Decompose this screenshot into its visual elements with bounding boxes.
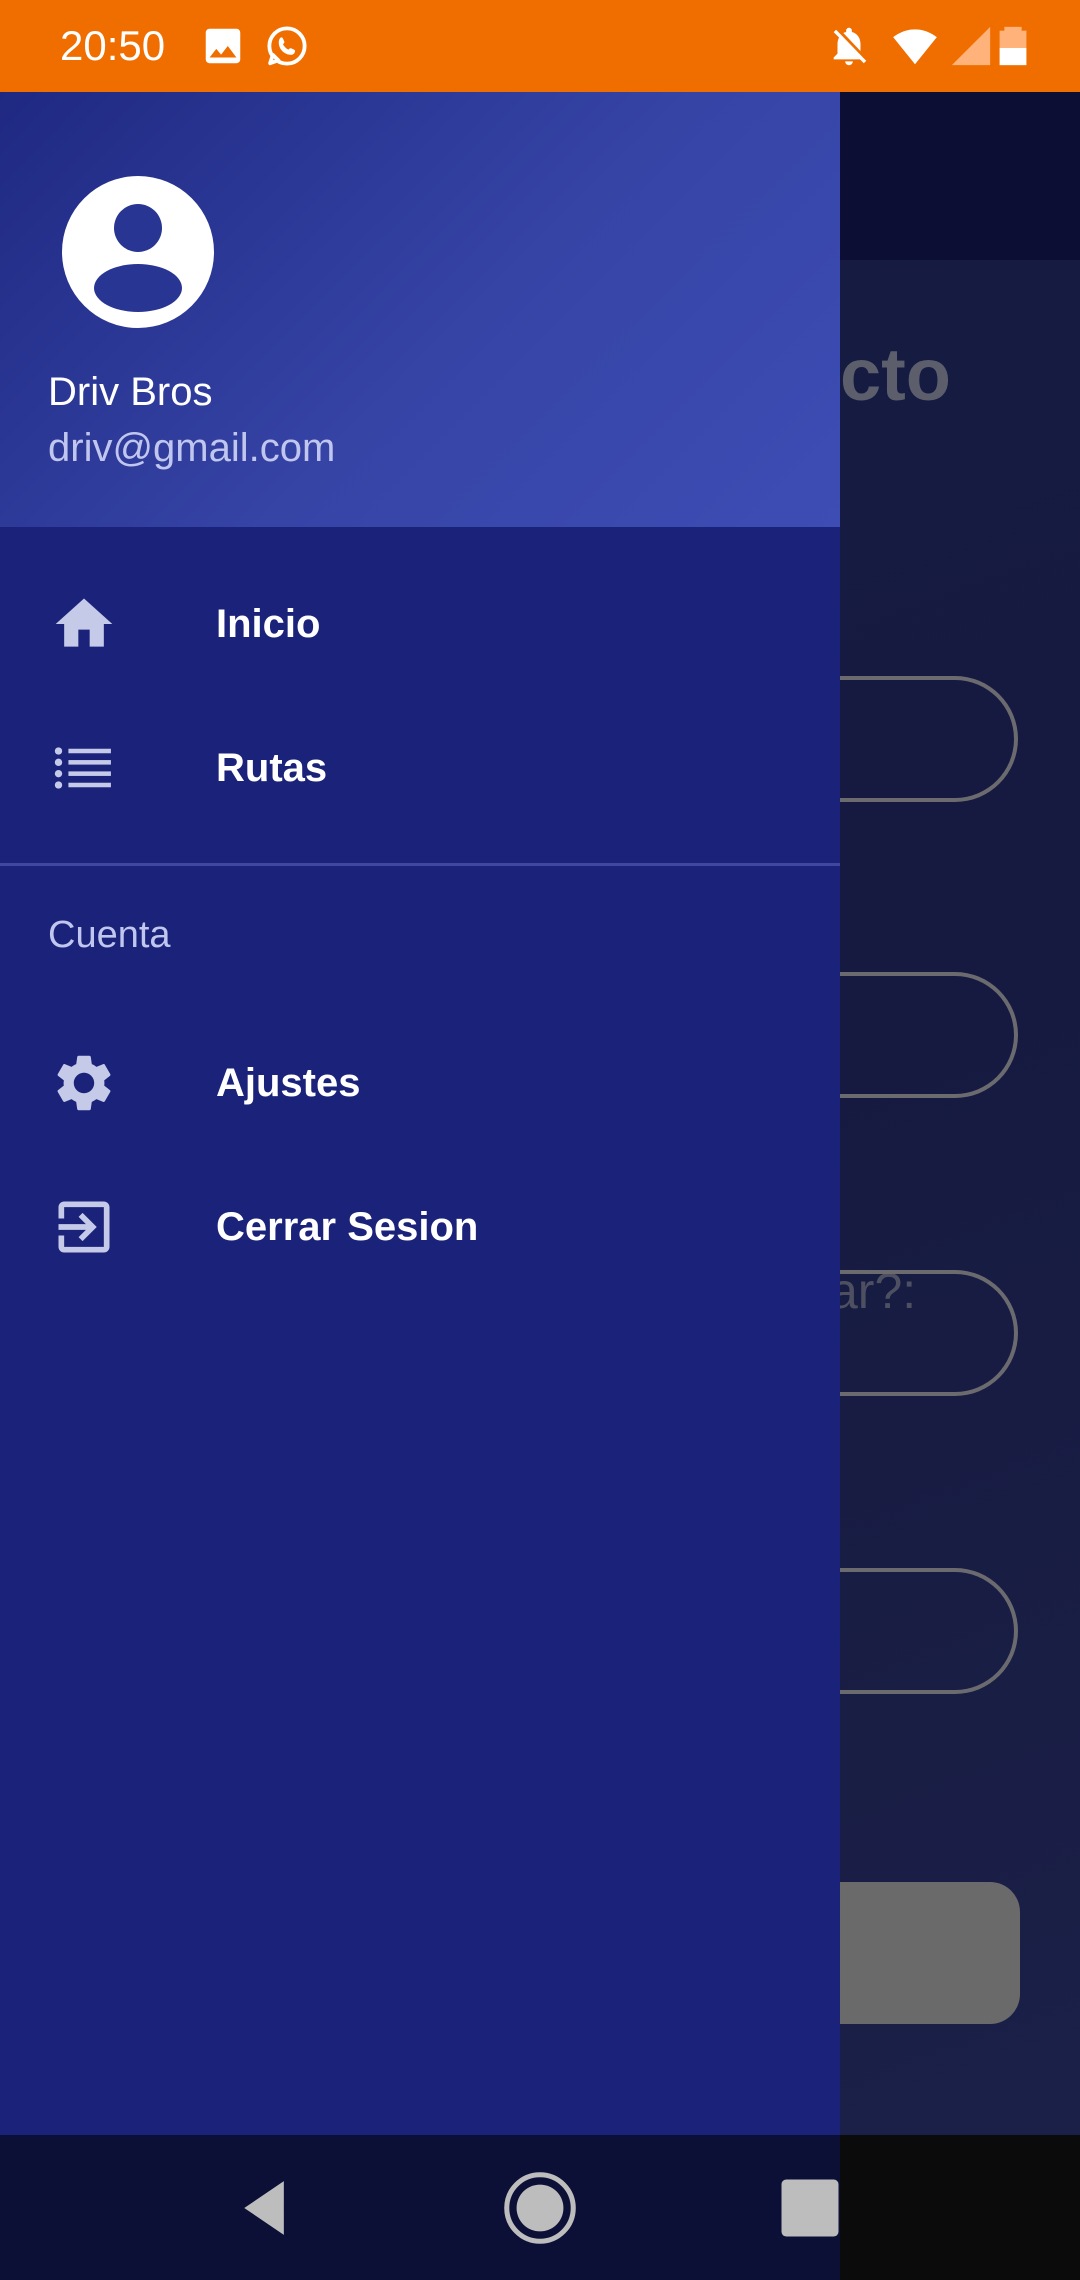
back-icon[interactable] — [230, 2170, 306, 2246]
signal-icon — [951, 26, 991, 66]
account-avatar-icon[interactable] — [62, 176, 214, 328]
wifi-icon — [893, 29, 937, 65]
whatsapp-icon — [267, 26, 307, 66]
image-icon — [205, 28, 241, 64]
menu-item-cerrar-sesion[interactable]: Cerrar Sesion — [0, 1157, 840, 1297]
user-name: Driv Bros — [48, 370, 213, 414]
home-icon — [55, 598, 113, 647]
notifications-off-icon — [833, 27, 867, 66]
menu-item-label: Inicio — [216, 602, 321, 646]
background-title: cto — [840, 333, 951, 416]
status-time: 20:50 — [60, 22, 166, 69]
status-bar: 20:50 — [0, 0, 1080, 92]
menu-item-ajustes[interactable]: Ajustes — [0, 1013, 840, 1153]
screen: cto ar?: 20:50 Driv Bros driv@gmail.com … — [0, 0, 1080, 2280]
list-icon — [54, 747, 111, 789]
navigation-drawer: Driv Bros driv@gmail.com Inicio Rutas Cu… — [0, 92, 840, 2135]
section-header-cuenta: Cuenta — [48, 914, 171, 956]
menu-item-rutas[interactable]: Rutas — [0, 698, 840, 838]
menu-item-label: Cerrar Sesion — [216, 1205, 479, 1249]
menu-item-label: Ajustes — [216, 1061, 361, 1105]
settings-icon — [57, 1055, 111, 1111]
navigation-bar — [0, 2135, 1080, 2280]
logout-icon — [58, 1201, 110, 1253]
menu-item-inicio[interactable]: Inicio — [0, 554, 840, 694]
home-circle-icon[interactable] — [502, 2170, 578, 2246]
recents-icon[interactable] — [772, 2170, 848, 2246]
drawer-header: Driv Bros driv@gmail.com — [0, 92, 840, 527]
drawer-divider — [0, 863, 840, 866]
battery-icon — [999, 26, 1027, 66]
navigation-bar-tint — [0, 2135, 840, 2280]
user-email: driv@gmail.com — [48, 426, 336, 470]
menu-item-label: Rutas — [216, 746, 328, 790]
